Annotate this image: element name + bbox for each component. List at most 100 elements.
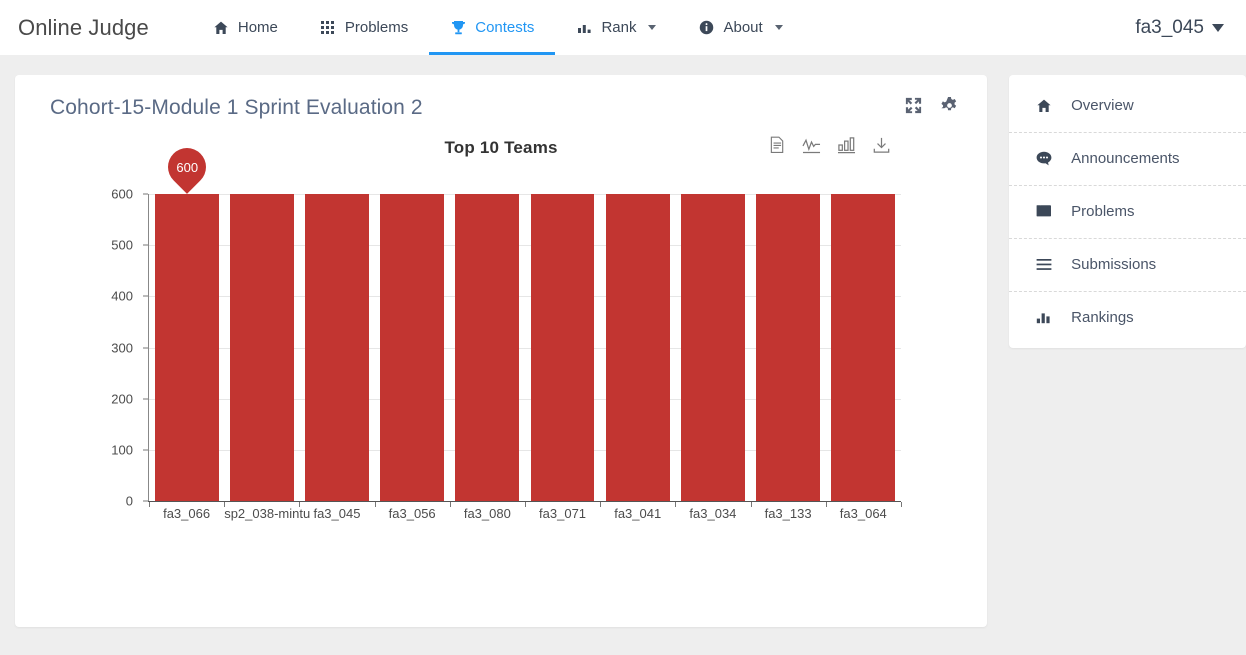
nav-item-rank[interactable]: Rank bbox=[555, 0, 677, 55]
y-axis-tick-label: 100 bbox=[111, 442, 133, 458]
x-axis-tick-label: fa3_080 bbox=[463, 506, 511, 521]
bar-slot bbox=[149, 194, 224, 501]
x-axis-tick bbox=[525, 502, 526, 507]
home-icon bbox=[213, 20, 229, 36]
download-icon[interactable] bbox=[872, 136, 891, 159]
sidebar-item-problems[interactable]: Problems bbox=[1009, 185, 1246, 238]
nav-label-rank: Rank bbox=[601, 19, 637, 36]
bar[interactable] bbox=[756, 194, 821, 501]
bar[interactable] bbox=[680, 194, 745, 501]
y-axis-tick-label: 0 bbox=[125, 493, 133, 509]
x-axis-tick-label: fa3_041 bbox=[614, 506, 662, 521]
bar[interactable] bbox=[305, 194, 369, 501]
y-axis-tick-label: 200 bbox=[111, 391, 133, 407]
sidebar-label-announcements: Announcements bbox=[1071, 150, 1180, 167]
x-axis-tick bbox=[675, 502, 677, 507]
value-marker-label: 600 bbox=[175, 159, 198, 175]
fullscreen-icon[interactable] bbox=[904, 96, 923, 120]
x-axis-tick-label: sp2_038-mintu bbox=[224, 506, 311, 521]
bar[interactable] bbox=[154, 194, 219, 501]
chevron-down-icon bbox=[1212, 23, 1224, 32]
x-axis-tick bbox=[600, 502, 602, 507]
bar-slot bbox=[299, 194, 374, 501]
contest-sidebar: Overview Announcements Problems Submissi… bbox=[1009, 75, 1246, 348]
y-axis-tick bbox=[143, 244, 148, 246]
chevron-down-icon bbox=[774, 25, 783, 30]
nav-label-problems: Problems bbox=[344, 19, 409, 36]
x-axis-tick bbox=[149, 502, 150, 507]
bar-slot bbox=[450, 194, 525, 501]
bar[interactable] bbox=[455, 194, 520, 501]
sidebar-item-rankings[interactable]: Rankings bbox=[1009, 291, 1246, 344]
x-axis-tick-label: fa3_045 bbox=[313, 506, 361, 521]
nav-item-contests[interactable]: Contests bbox=[429, 0, 556, 55]
sidebar-item-submissions[interactable]: Submissions bbox=[1009, 238, 1246, 291]
x-axis-tick-label: fa3_034 bbox=[689, 506, 737, 521]
main-nav: Home Problems Contests Rank About bbox=[192, 0, 804, 55]
chevron-down-icon bbox=[648, 25, 657, 30]
list-lines-icon bbox=[1035, 258, 1053, 271]
sidebar-item-overview[interactable]: Overview bbox=[1009, 79, 1246, 132]
x-axis-tick-label: fa3_056 bbox=[388, 506, 436, 521]
y-axis-tick bbox=[143, 500, 148, 502]
page-title: Cohort-15-Module 1 Sprint Evaluation 2 bbox=[50, 96, 423, 119]
sidebar-label-problems: Problems bbox=[1071, 203, 1135, 220]
y-axis: 0 100 200 300 400 500 600 bbox=[93, 187, 133, 509]
bar-slot bbox=[826, 194, 901, 501]
info-circle-icon bbox=[698, 20, 714, 36]
bar[interactable] bbox=[380, 194, 445, 501]
gear-icon[interactable] bbox=[940, 96, 959, 120]
x-axis-tick-label: fa3_064 bbox=[839, 506, 887, 521]
chart-toolbox bbox=[769, 136, 891, 159]
y-axis-tick-label: 600 bbox=[111, 186, 133, 202]
x-axis-tick bbox=[449, 502, 451, 507]
bar-slot bbox=[375, 194, 450, 501]
username-label: fa3_045 bbox=[1135, 16, 1204, 38]
line-chart-icon[interactable] bbox=[802, 136, 821, 159]
bar-slot bbox=[525, 194, 600, 501]
data-view-icon[interactable] bbox=[769, 136, 786, 159]
bar[interactable] bbox=[605, 194, 670, 501]
y-axis-tick-label: 500 bbox=[111, 237, 133, 253]
bar[interactable] bbox=[229, 194, 294, 501]
bar-slot bbox=[751, 194, 826, 501]
contest-overview-card: Cohort-15-Module 1 Sprint Evaluation 2 T… bbox=[15, 75, 988, 627]
nav-item-about[interactable]: About bbox=[677, 0, 803, 55]
card-header: Cohort-15-Module 1 Sprint Evaluation 2 bbox=[15, 75, 987, 126]
bar-slot bbox=[675, 194, 750, 501]
x-axis-tick bbox=[825, 502, 827, 507]
bar[interactable] bbox=[530, 194, 595, 501]
bar-slot bbox=[224, 194, 299, 501]
x-axis-tick bbox=[750, 502, 752, 507]
nav-label-about: About bbox=[723, 19, 763, 36]
y-axis-tick bbox=[143, 193, 148, 195]
x-axis-labels: fa3_066 sp2_038-mintu fa3_045 fa3_056 fa3_08… bbox=[149, 506, 901, 521]
user-menu[interactable]: fa3_045 bbox=[1135, 17, 1230, 39]
y-axis-tick bbox=[143, 449, 148, 451]
sidebar-item-announcements[interactable]: Announcements bbox=[1009, 132, 1246, 185]
bar-chart-icon[interactable] bbox=[837, 136, 856, 159]
y-axis-tick-label: 400 bbox=[111, 288, 133, 304]
brand-logo[interactable]: Online Judge bbox=[16, 15, 149, 41]
y-axis-tick bbox=[143, 398, 148, 400]
nav-label-contests: Contests bbox=[475, 19, 535, 36]
copy-pages-icon bbox=[1035, 204, 1053, 219]
top-teams-chart: Top 10 Teams 0 100 200 300 400 500 600 6… bbox=[15, 132, 987, 572]
x-axis-tick-label: fa3_071 bbox=[539, 506, 587, 521]
bar-chart-icon bbox=[576, 20, 592, 36]
y-axis-tick-label: 300 bbox=[111, 340, 133, 355]
nav-item-problems[interactable]: Problems bbox=[299, 0, 429, 55]
sidebar-label-submissions: Submissions bbox=[1071, 256, 1157, 273]
bar-slot bbox=[600, 194, 675, 501]
grid-icon bbox=[320, 20, 336, 36]
nav-label-home: Home bbox=[237, 19, 278, 36]
nav-item-home[interactable]: Home bbox=[192, 0, 299, 55]
card-tools bbox=[904, 96, 959, 120]
x-axis-tick bbox=[901, 502, 902, 507]
bar-series bbox=[149, 194, 901, 501]
bar[interactable] bbox=[831, 194, 896, 501]
x-axis-tick bbox=[374, 502, 376, 507]
x-axis-tick-label: fa3_133 bbox=[764, 506, 812, 521]
top-navbar: Online Judge Home Problems Contests Rank… bbox=[0, 0, 1246, 55]
sidebar-label-rankings: Rankings bbox=[1071, 309, 1134, 326]
